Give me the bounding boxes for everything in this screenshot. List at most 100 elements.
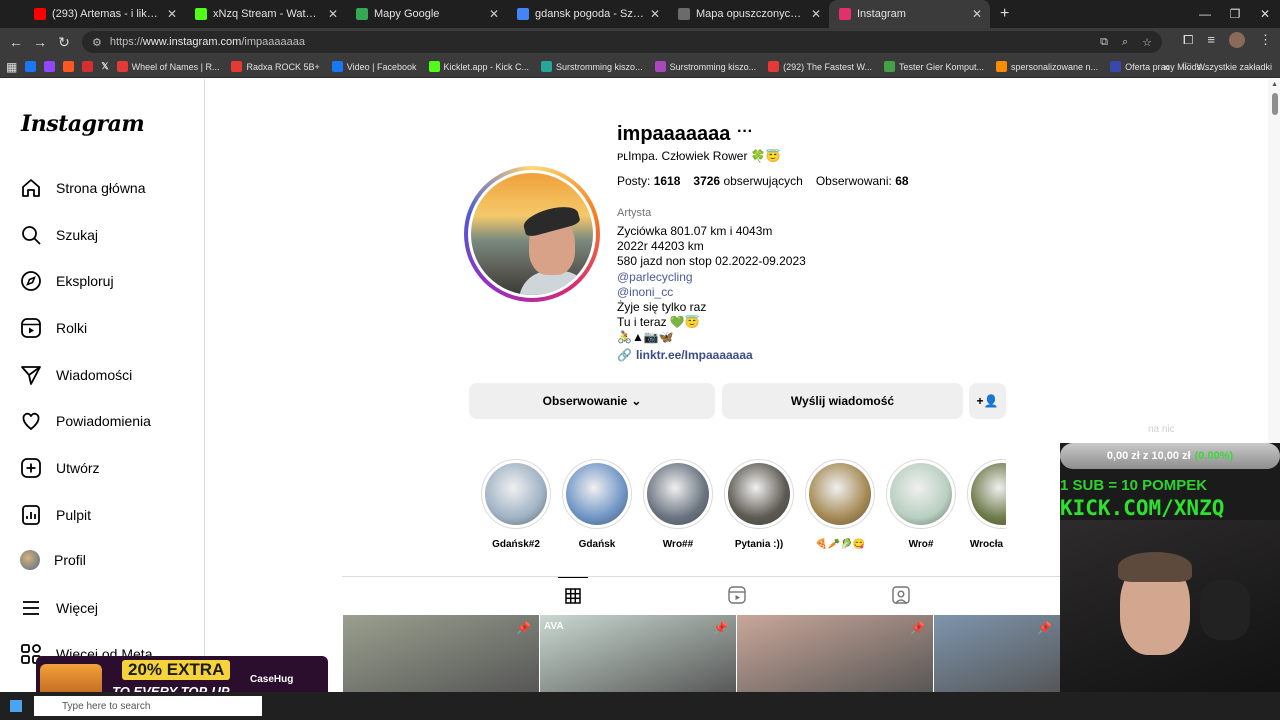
instagram-logo[interactable]: Instagram [21, 111, 145, 137]
post-thumbnail[interactable]: 📌 [934, 615, 1060, 695]
story-highlight[interactable]: Gdańsk#2 [481, 459, 551, 550]
sidebar-item-send[interactable]: Wiadomości [20, 364, 132, 386]
close-tab-icon[interactable]: ✕ [167, 7, 177, 21]
url-path: /impaaaaaaa [241, 36, 305, 48]
bookmark-item[interactable]: (292) The Fastest W... [768, 61, 872, 72]
bio-mention-parlecycling[interactable]: @parlecycling [617, 270, 806, 285]
youtube-icon[interactable] [82, 61, 94, 72]
send-message-button[interactable]: Wyślij wiadomość [722, 383, 963, 419]
options-icon[interactable]: ··· [737, 123, 753, 141]
browser-tab[interactable]: gdansk pogoda - Szukaj w Goo... ✕ [507, 0, 668, 28]
taskbar-search[interactable]: Type here to search [34, 696, 262, 716]
windows-taskbar: Type here to search [0, 692, 1280, 720]
bookmark-favicon-icon [1110, 61, 1122, 72]
following-stat[interactable]: Obserwowani: 68 [816, 174, 909, 188]
kebab-menu-icon[interactable]: ⋮ [1259, 32, 1272, 48]
maximize-button[interactable]: ❐ [1220, 0, 1250, 28]
post-thumbnail[interactable]: 📌 AVA [540, 615, 736, 695]
pinned-icon: 📌 [910, 621, 925, 635]
extensions-icon[interactable]: ⧠ [1183, 32, 1193, 48]
apps-icon[interactable]: ▦ [6, 60, 17, 74]
bookmark-item[interactable]: Radxa ROCK 5B+ [231, 61, 320, 72]
story-highlight[interactable]: 🍕🥕🥬😋 [805, 459, 875, 550]
close-tab-icon[interactable]: ✕ [811, 7, 821, 21]
minimize-button[interactable]: — [1190, 0, 1220, 28]
media-icon[interactable]: ≡ [1207, 32, 1215, 48]
bookmark-item[interactable]: Surstromming kiszo... [541, 61, 643, 72]
browser-tab[interactable]: (293) Artemas - i like the w... ✕ [24, 0, 185, 28]
new-tab-button[interactable]: + [990, 0, 1019, 28]
tab-reels[interactable] [722, 577, 752, 613]
heart-icon [22, 412, 40, 431]
tab-tagged[interactable] [886, 577, 916, 613]
bookmark-label: Tester Gier Komput... [898, 61, 985, 72]
url-bar[interactable]: ⚙ https://www.instagram.com/impaaaaaaa ⧉… [82, 31, 1162, 53]
sidebar-item-dashboard[interactable]: Pulpit [20, 504, 91, 526]
bio-mention-inoni[interactable]: @inoni_cc [617, 285, 806, 300]
site-info-icon[interactable]: ⚙ [92, 36, 102, 49]
sidebar-item-search[interactable]: Szukaj [20, 224, 98, 246]
twitch-icon[interactable] [44, 61, 56, 72]
back-button[interactable]: ← [4, 34, 28, 50]
browser-tab[interactable]: Instagram ✕ [829, 0, 990, 28]
story-highlight[interactable]: Wrocła [967, 459, 1006, 550]
bookmark-item[interactable]: Kicklet.app - Kick C... [428, 61, 529, 72]
story-highlight[interactable]: Wro## [643, 459, 713, 550]
all-bookmarks[interactable]: 🗀 Wszystkie zakładki [1182, 56, 1272, 77]
following-button[interactable]: Obserwowanie ⌄ [469, 383, 715, 419]
bookmark-icon[interactable] [63, 61, 75, 72]
profile-avatar[interactable] [464, 166, 600, 302]
story-highlight[interactable]: Wro# [886, 459, 956, 550]
install-icon[interactable]: ⧉ [1100, 36, 1108, 49]
followers-stat[interactable]: 3726 obserwujących [693, 174, 802, 188]
scrollbar-thumb[interactable] [1272, 93, 1278, 115]
x-icon[interactable]: 𝕏 [101, 61, 108, 72]
profile-tabs [342, 576, 1060, 612]
reload-button[interactable]: ↻ [52, 34, 76, 51]
compass-icon [21, 271, 41, 291]
browser-tab[interactable]: xNzq Stream - Watch Live on K... ✕ [185, 0, 346, 28]
more-bookmarks-icon[interactable]: » [1163, 60, 1170, 74]
bookmark-item[interactable]: Wheel of Names | R... [116, 61, 219, 72]
tab-posts[interactable] [558, 577, 588, 613]
highlight-cover [647, 463, 709, 525]
reels-icon [728, 586, 746, 604]
browser-tab[interactable]: Mapy Google ✕ [346, 0, 507, 28]
bio-link[interactable]: 🔗 linktr.ee/Impaaaaaaa [617, 348, 753, 362]
bookmark-item[interactable]: Tester Gier Komput... [883, 61, 985, 72]
post-thumbnail[interactable]: 📌 [343, 615, 539, 695]
highlight-label: Wrocła [969, 539, 1004, 550]
sidebar-item-home[interactable]: Strona główna [20, 177, 146, 199]
sidebar-item-label: Szukaj [56, 227, 99, 243]
star-icon[interactable]: ☆ [1142, 36, 1152, 49]
zoom-icon[interactable]: ⌕ [1122, 36, 1128, 49]
post-thumbnail[interactable]: 📌 [737, 615, 933, 695]
forward-button[interactable]: → [28, 34, 52, 50]
highlight-cover [809, 463, 871, 525]
bookmark-item[interactable]: Video | Facebook [331, 61, 417, 72]
sidebar-item-menu[interactable]: Więcej [20, 597, 98, 619]
close-window-button[interactable]: ✕ [1250, 0, 1280, 28]
tab-title: Instagram [857, 8, 906, 20]
highlight-cover [971, 463, 1006, 525]
windows-start-icon[interactable] [10, 700, 22, 712]
facebook-icon[interactable] [25, 61, 37, 72]
story-highlight[interactable]: Gdańsk [562, 459, 632, 550]
tab-title: Mapy Google [374, 8, 440, 20]
suggested-users-button[interactable]: +👤 [969, 383, 1006, 419]
sidebar-item-plus-square[interactable]: Utwórz [20, 457, 100, 479]
close-tab-icon[interactable]: ✕ [328, 7, 338, 21]
sidebar-item-compass[interactable]: Eksploruj [20, 270, 114, 292]
sidebar-item-avatar[interactable]: Profil [20, 550, 86, 570]
sidebar-item-heart[interactable]: Powiadomienia [20, 410, 151, 432]
browser-tab[interactable]: Mapa opuszczonych miejsc - D... ✕ [668, 0, 829, 28]
close-tab-icon[interactable]: ✕ [650, 7, 660, 21]
sidebar-item-reels[interactable]: Rolki [20, 317, 87, 339]
scroll-up-icon[interactable]: ▲ [1271, 81, 1278, 88]
browser-profile-avatar[interactable] [1229, 32, 1245, 48]
close-tab-icon[interactable]: ✕ [972, 7, 982, 21]
bookmark-item[interactable]: Surstromming kiszo... [654, 61, 756, 72]
story-highlight[interactable]: Pytania :)) [724, 459, 794, 550]
bookmark-item[interactable]: spersonalizowane n... [996, 61, 1098, 72]
close-tab-icon[interactable]: ✕ [489, 7, 499, 21]
